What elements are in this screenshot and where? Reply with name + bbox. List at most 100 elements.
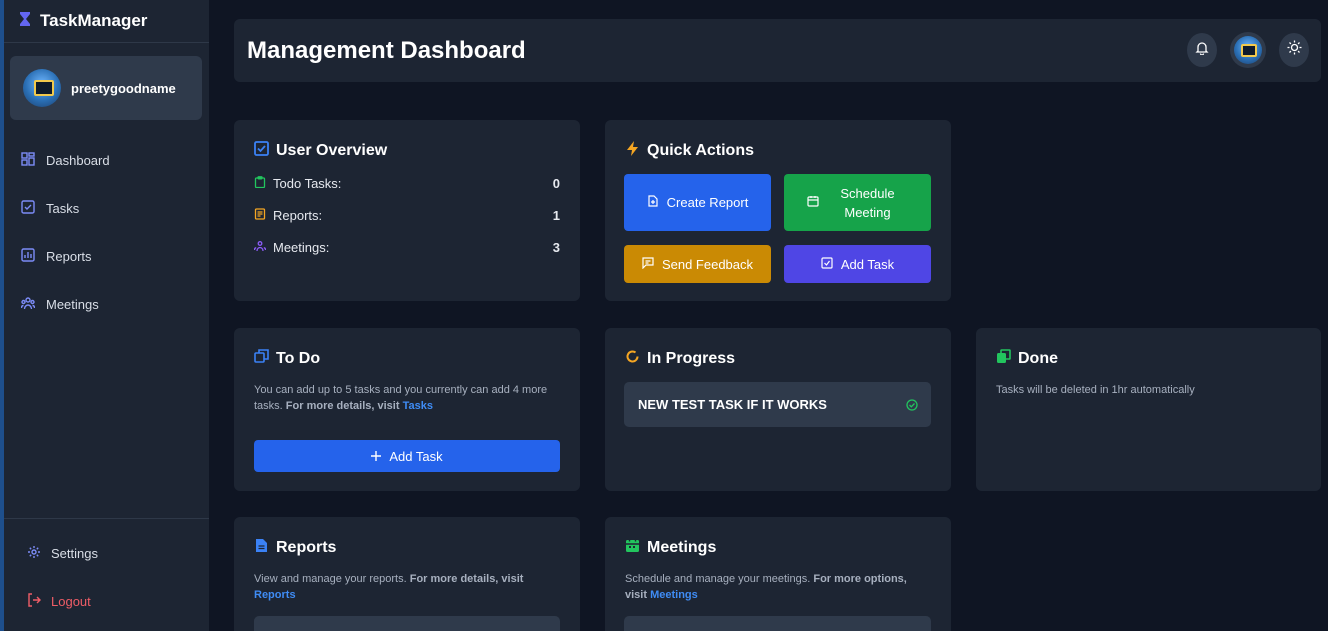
create-report-button[interactable]: Create Report [624,174,771,231]
card-title-label: To Do [276,350,321,367]
card-title-label: User Overview [276,142,388,159]
message-icon [642,256,654,272]
settings-button[interactable]: Settings [4,529,209,577]
todo-text-bold: For more details, visit [285,400,400,412]
button-label: Send Feedback [661,256,754,272]
card-title: Quick Actions [625,141,754,161]
stat-label: Meetings: [273,239,330,255]
done-card: Done Tasks will be deleted in 1hr automa… [976,328,1321,491]
reports-description: View and manage your reports. For more d… [254,571,554,603]
stat-value: 0 [552,175,560,191]
reports-text-bold: For more details, visit [409,573,524,585]
add-task-button[interactable]: Add Task [784,245,931,283]
file-plus-icon [647,195,659,210]
meetings-description: Schedule and manage your meetings. For m… [625,571,930,603]
done-description: Tasks will be deleted in 1hr automatical… [996,384,1195,396]
checkbox-icon [21,199,35,217]
stat-row-reports: Reports: 1 [254,206,560,224]
stat-label: Reports: [273,207,323,223]
card-title-label: Quick Actions [647,142,754,159]
meetings-link[interactable]: Meetings [650,589,698,601]
stat-label: Todo Tasks: [273,175,342,191]
send-feedback-button[interactable]: Send Feedback [624,245,771,283]
sidebar-bottom: Settings Logout [4,518,209,625]
bell-icon [1195,41,1209,60]
brand-title: TaskManager [40,11,148,30]
sidebar-item-label: Dashboard [46,152,110,168]
dashboard-icon [21,151,35,169]
notifications-button[interactable] [1187,33,1217,67]
avatar [1234,36,1262,64]
card-title-label: Meetings [647,539,717,556]
brand[interactable]: TaskManager [4,0,209,43]
copy-icon [254,349,269,369]
tasks-link[interactable]: Tasks [403,400,433,412]
schedule-meeting-button[interactable]: Schedule Meeting [784,174,931,231]
in-progress-card: In Progress NEW TEST TASK IF IT WORKS [605,328,951,491]
card-title: In Progress [625,349,735,369]
todo-description: You can add up to 5 tasks and you curren… [254,382,554,414]
button-label: Add Task [840,256,895,272]
calendar-icon [806,193,819,212]
check-circle-icon[interactable] [906,398,918,411]
card-title-label: In Progress [647,350,736,367]
stat-row-todo: Todo Tasks: 0 [254,174,560,192]
checkbox-icon [821,256,833,272]
reports-link[interactable]: Reports [254,589,296,601]
button-label: Schedule Meeting [840,185,895,220]
clipboard-icon [254,175,273,191]
stat-value: 1 [552,207,560,223]
stat-row-meetings: Meetings: 3 [253,238,560,256]
quick-actions-card: Quick Actions Create Report Schedule Mee… [605,120,951,301]
card-title: Meetings [625,538,716,558]
user-name: preetygoodname [71,80,176,96]
todo-add-task-button[interactable]: Add Task [254,440,560,472]
document-icon [254,207,273,223]
stat-value: 3 [552,239,560,255]
button-label: Create Report [666,195,749,210]
todo-card: To Do You can add up to 5 tasks and you … [234,328,580,491]
sun-icon [1287,40,1302,60]
header: Management Dashboard [234,19,1321,82]
button-label: Add Task [389,448,443,464]
header-avatar-button[interactable] [1230,32,1266,68]
task-title: NEW TEST TASK IF IT WORKS [638,397,827,412]
card-title: To Do [254,349,320,369]
sidebar-item-label: Reports [46,248,92,264]
card-title-label: Done [1018,350,1058,367]
calendar-icon [625,538,640,558]
meetings-card: Meetings Schedule and manage your meetin… [605,517,951,631]
logout-label: Logout [51,593,91,609]
user-overview-card: User Overview Todo Tasks: 0 Reports: 1 M… [234,120,580,301]
sidebar-item-label: Meetings [46,296,99,312]
card-title: Done [996,349,1058,369]
people-icon [20,296,36,313]
sidebar-item-meetings[interactable]: Meetings [4,280,209,328]
avatar [23,69,61,107]
people-icon [253,240,273,255]
chart-icon [21,247,35,265]
settings-label: Settings [51,545,98,561]
user-card[interactable]: preetygoodname [10,56,202,120]
meetings-text: Schedule and manage your meetings. [625,573,811,585]
card-title: User Overview [254,141,387,161]
task-item[interactable]: NEW TEST TASK IF IT WORKS [624,382,931,427]
checkbox-icon [254,141,269,161]
logout-button[interactable]: Logout [4,577,209,625]
sidebar-item-label: Tasks [46,200,80,216]
hourglass-icon [18,11,32,32]
theme-toggle-button[interactable] [1279,33,1309,67]
logout-icon [27,592,41,610]
meetings-list-item[interactable] [624,616,931,631]
sidebar-item-tasks[interactable]: Tasks [4,184,209,232]
page-title: Management Dashboard [247,36,526,64]
plus-icon [371,449,382,464]
sidebar: TaskManager preetygoodname Dashboard Tas… [0,0,209,631]
reports-card: Reports View and manage your reports. Fo… [234,517,580,631]
sidebar-item-reports[interactable]: Reports [4,232,209,280]
sidebar-nav: Dashboard Tasks Reports Meetings [4,136,209,328]
lightning-icon [625,141,640,161]
reports-list-item[interactable] [254,616,560,631]
sidebar-item-dashboard[interactable]: Dashboard [4,136,209,184]
reports-text: View and manage your reports. [254,573,407,585]
